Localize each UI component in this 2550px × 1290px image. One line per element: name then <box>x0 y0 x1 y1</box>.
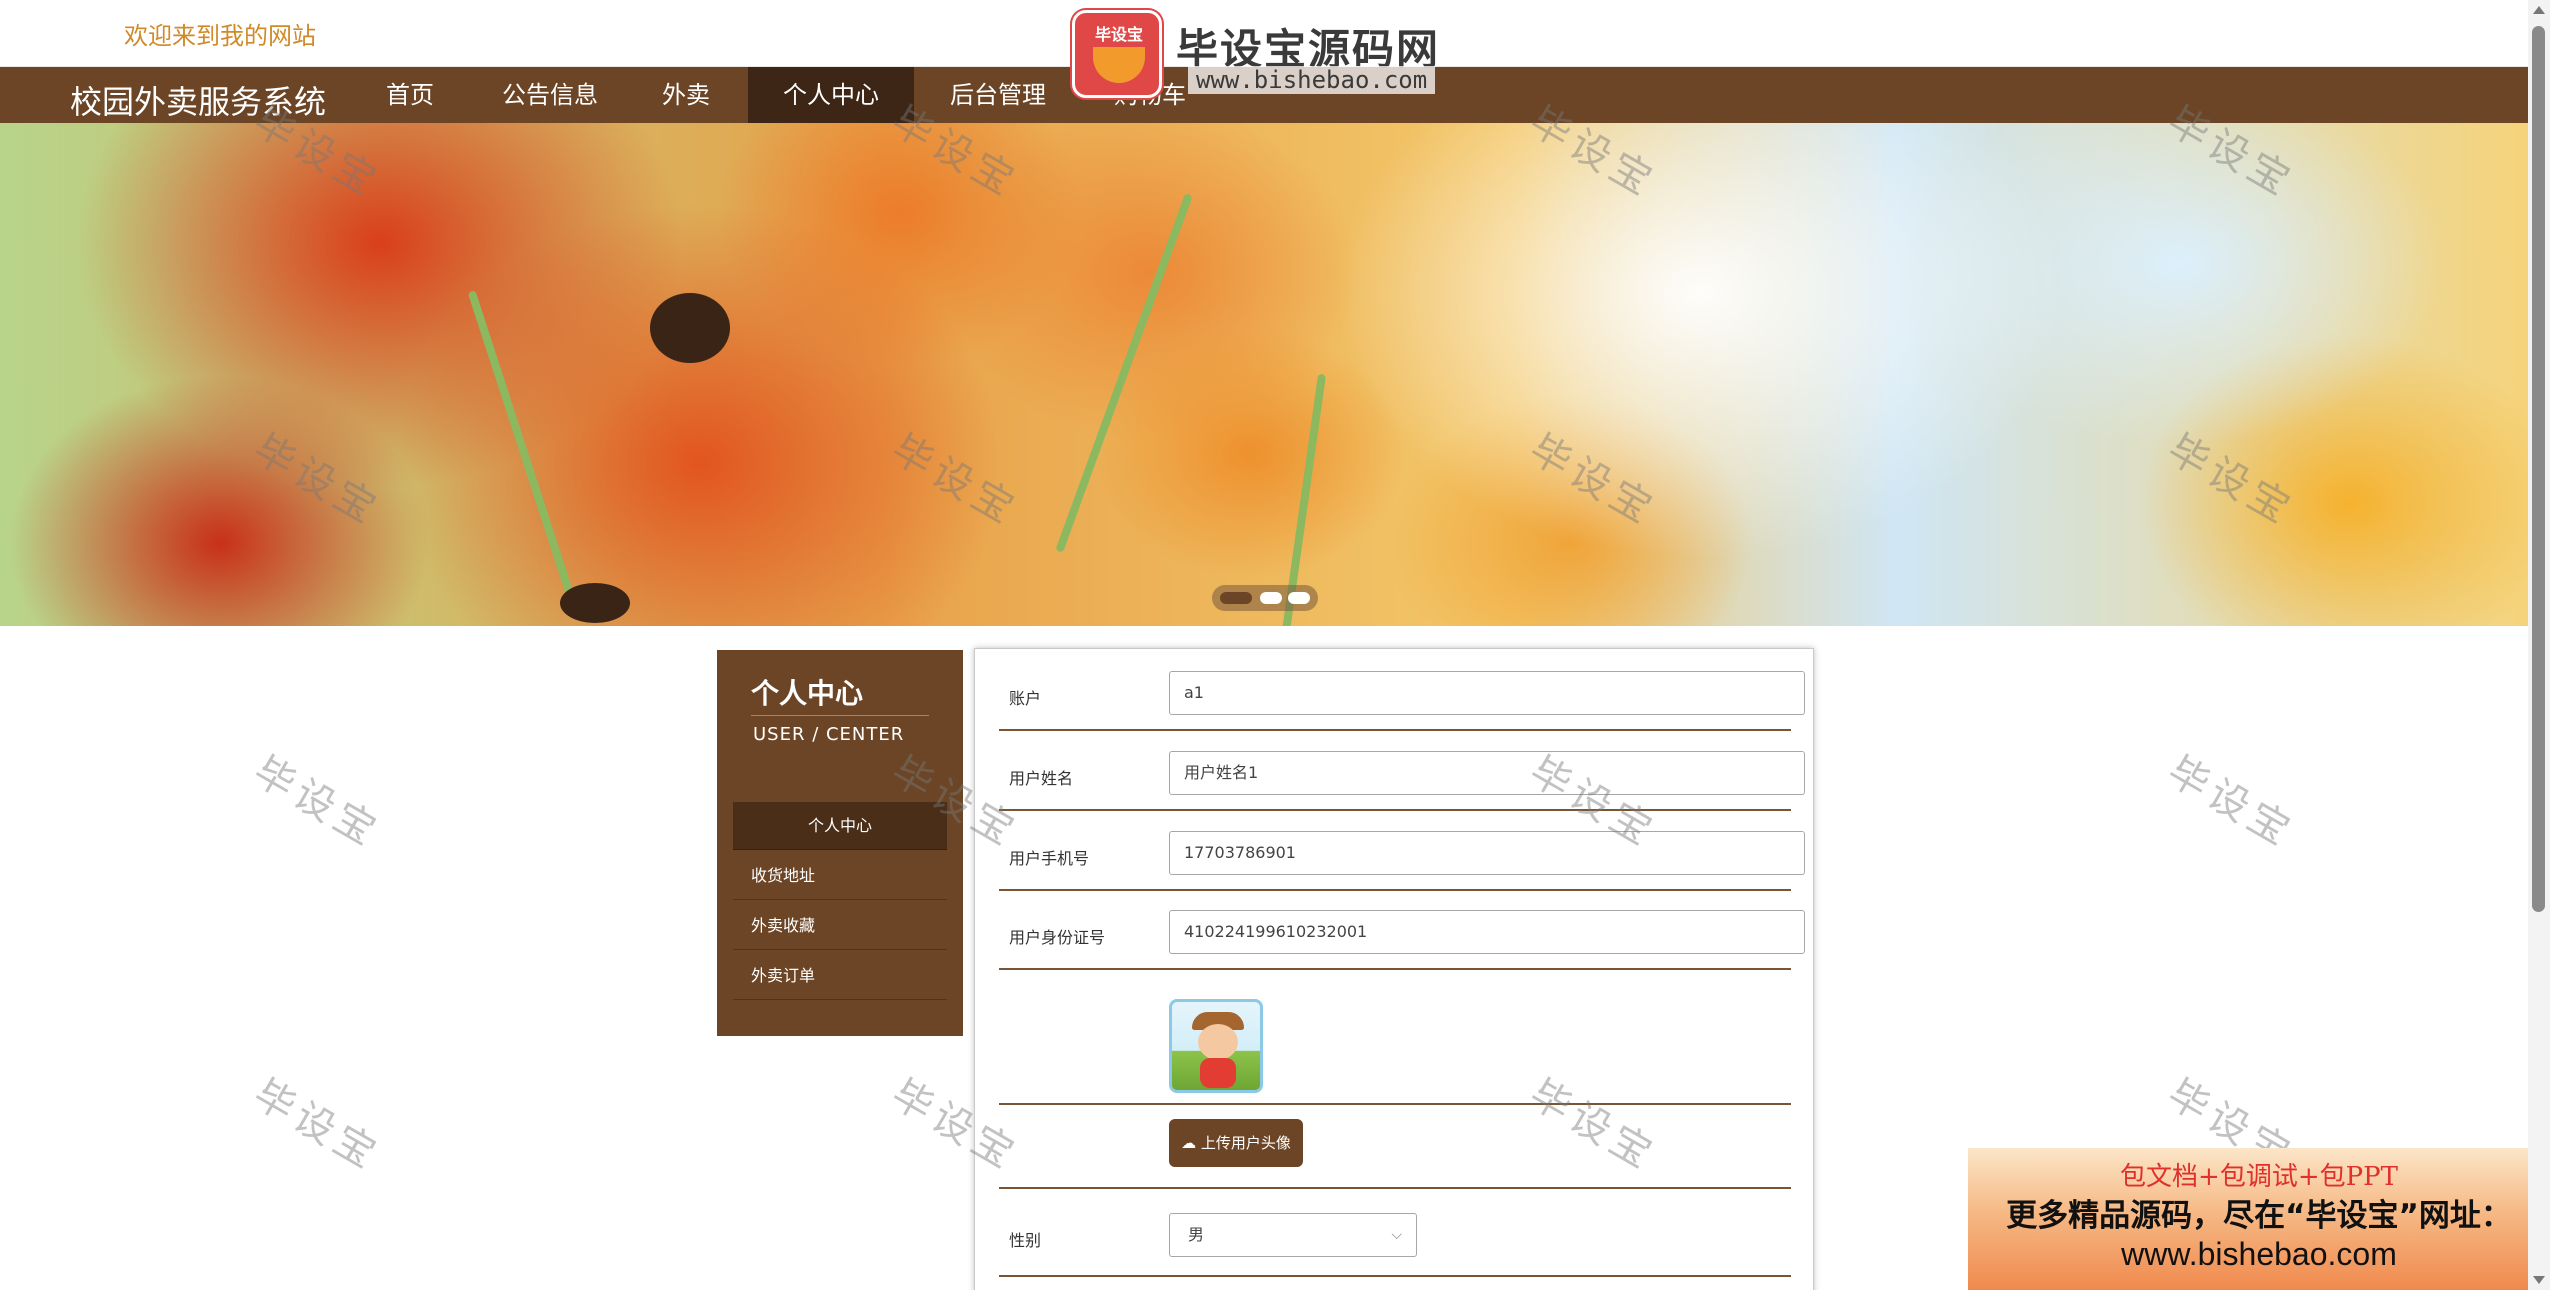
carousel-dot-3[interactable] <box>1288 592 1310 604</box>
upload-avatar-button[interactable]: ☁ 上传用户头像 <box>1169 1119 1303 1167</box>
scrollbar-thumb[interactable] <box>2532 26 2545 912</box>
profile-form: 账户 a1 用户姓名 用户姓名1 用户手机号 17703786901 用户身份证… <box>974 648 1814 1290</box>
promo-line-1: 包文档+包调试+包PPT <box>2120 1162 2398 1192</box>
cloud-upload-icon: ☁ <box>1181 1134 1197 1152</box>
page-scrollbar[interactable] <box>2528 0 2550 1290</box>
logo-emblem: 毕设宝 <box>1072 10 1162 98</box>
gender-value: 男 <box>1188 1225 1205 1244</box>
form-row-upload: ☁ 上传用户头像 <box>999 1105 1791 1189</box>
promo-banner[interactable]: 包文档+包调试+包PPT 更多精品源码，尽在“毕设宝”网址： www.bishe… <box>1968 1148 2550 1290</box>
promo-line-2: 更多精品源码，尽在“毕设宝”网址： <box>2006 1198 2512 1234</box>
nav-home[interactable]: 首页 <box>370 67 450 123</box>
banner-stem <box>467 290 581 616</box>
logo-url: www.bishebao.com <box>1188 66 1436 94</box>
avatar-body <box>1200 1058 1236 1088</box>
sidebar-item-user-center[interactable]: 个人中心 <box>733 802 947 850</box>
flower-center <box>650 293 730 363</box>
sidebar-title: 个人中心 <box>751 677 864 710</box>
form-row-account: 账户 a1 <box>999 669 1805 731</box>
carousel-dot-1[interactable] <box>1220 592 1252 604</box>
form-row-gender: 性别 男 ⌵ <box>999 1209 1791 1277</box>
sidebar-subtitle: USER / CENTER <box>753 724 905 745</box>
logo-emblem-text: 毕设宝 <box>1094 25 1143 44</box>
account-label: 账户 <box>1009 689 1042 708</box>
id-card-field[interactable]: 410224199610232001 <box>1169 910 1805 954</box>
bowl-icon <box>1093 47 1145 83</box>
form-row-id-card: 用户身份证号 410224199610232001 <box>999 908 1805 970</box>
phone-field[interactable]: 17703786901 <box>1169 831 1805 875</box>
scroll-down-icon[interactable] <box>2533 1276 2545 1284</box>
hero-banner <box>0 123 2528 626</box>
account-field[interactable]: a1 <box>1169 671 1805 715</box>
carousel-indicators <box>1212 585 1318 611</box>
form-row-phone: 用户手机号 17703786901 <box>999 829 1805 891</box>
scroll-up-icon[interactable] <box>2533 6 2545 14</box>
watermark: 毕设宝 <box>245 748 389 857</box>
nav-takeout[interactable]: 外卖 <box>646 67 726 123</box>
upload-avatar-label: 上传用户头像 <box>1200 1134 1291 1152</box>
sidebar-divider <box>751 715 929 716</box>
sidebar-item-favorites[interactable]: 外卖收藏 <box>733 902 947 950</box>
flower-center <box>560 583 630 623</box>
user-sidebar: 个人中心 USER / CENTER 个人中心 收货地址 外卖收藏 外卖订单 <box>717 650 963 1036</box>
chevron-down-icon: ⌵ <box>1391 1227 1402 1243</box>
gender-select[interactable]: 男 ⌵ <box>1169 1213 1417 1257</box>
watermark: 毕设宝 <box>245 1071 389 1180</box>
welcome-text: 欢迎来到我的网站 <box>124 22 316 50</box>
nav-user-center[interactable]: 个人中心 <box>748 67 914 123</box>
nav-announcements[interactable]: 公告信息 <box>490 67 610 123</box>
phone-label: 用户手机号 <box>1009 849 1090 868</box>
name-field[interactable]: 用户姓名1 <box>1169 751 1805 795</box>
id-card-label: 用户身份证号 <box>1009 928 1106 947</box>
promo-url: www.bishebao.com <box>2121 1236 2397 1272</box>
name-label: 用户姓名 <box>1009 769 1074 788</box>
sidebar-item-orders[interactable]: 外卖订单 <box>733 952 947 1000</box>
site-logo-watermark: 毕设宝 毕设宝源码网 www.bishebao.com <box>1062 6 1454 104</box>
form-row-avatar <box>999 999 1791 1105</box>
gender-label: 性别 <box>1009 1231 1042 1250</box>
avatar-head <box>1198 1024 1238 1060</box>
user-avatar[interactable] <box>1169 999 1263 1093</box>
sidebar-item-address[interactable]: 收货地址 <box>733 852 947 900</box>
watermark: 毕设宝 <box>2159 748 2303 857</box>
banner-stem <box>1055 193 1193 553</box>
carousel-dot-2[interactable] <box>1260 592 1282 604</box>
form-row-name: 用户姓名 用户姓名1 <box>999 749 1805 811</box>
site-brand[interactable]: 校园外卖服务系统 <box>70 77 326 123</box>
nav-admin[interactable]: 后台管理 <box>938 67 1058 123</box>
